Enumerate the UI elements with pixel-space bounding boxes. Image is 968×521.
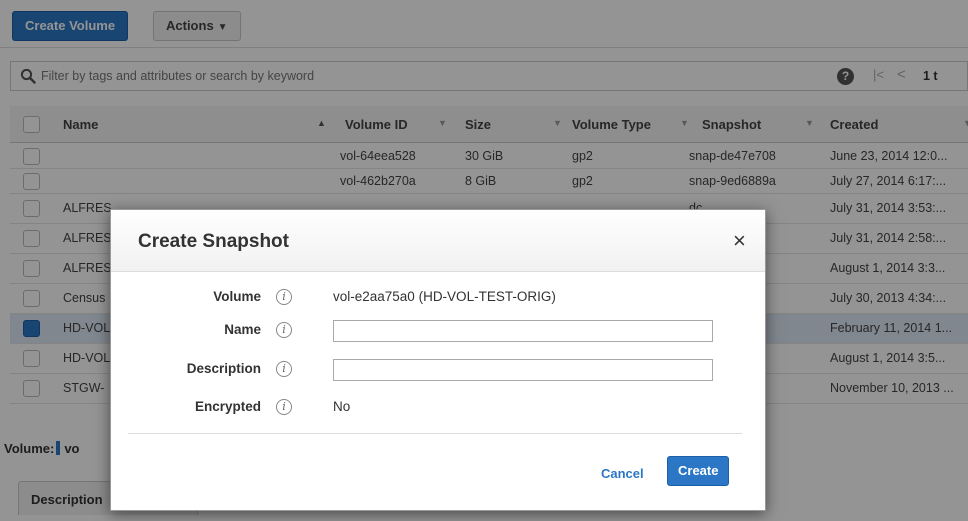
cancel-button[interactable]: Cancel xyxy=(601,466,644,481)
volume-value: vol-e2aa75a0 (HD-VOL-TEST-ORIG) xyxy=(333,289,556,304)
encrypted-label: Encrypted xyxy=(194,399,261,414)
dialog-title: Create Snapshot xyxy=(138,231,289,252)
dialog-header: Create Snapshot × xyxy=(111,210,765,272)
name-label: Name xyxy=(224,322,261,337)
create-button[interactable]: Create xyxy=(667,456,730,486)
close-icon[interactable]: × xyxy=(733,230,746,252)
volume-label: Volume xyxy=(213,289,261,304)
info-icon[interactable]: i xyxy=(276,322,292,338)
name-input[interactable] xyxy=(333,320,713,342)
create-snapshot-dialog: Create Snapshot × Volume i vol-e2aa75a0 … xyxy=(110,209,766,511)
encrypted-value: No xyxy=(333,399,351,414)
description-input[interactable] xyxy=(333,359,713,381)
info-icon[interactable]: i xyxy=(276,289,292,305)
description-label: Description xyxy=(186,361,261,376)
dialog-divider xyxy=(128,433,742,434)
info-icon[interactable]: i xyxy=(276,399,292,415)
info-icon[interactable]: i xyxy=(276,361,292,377)
